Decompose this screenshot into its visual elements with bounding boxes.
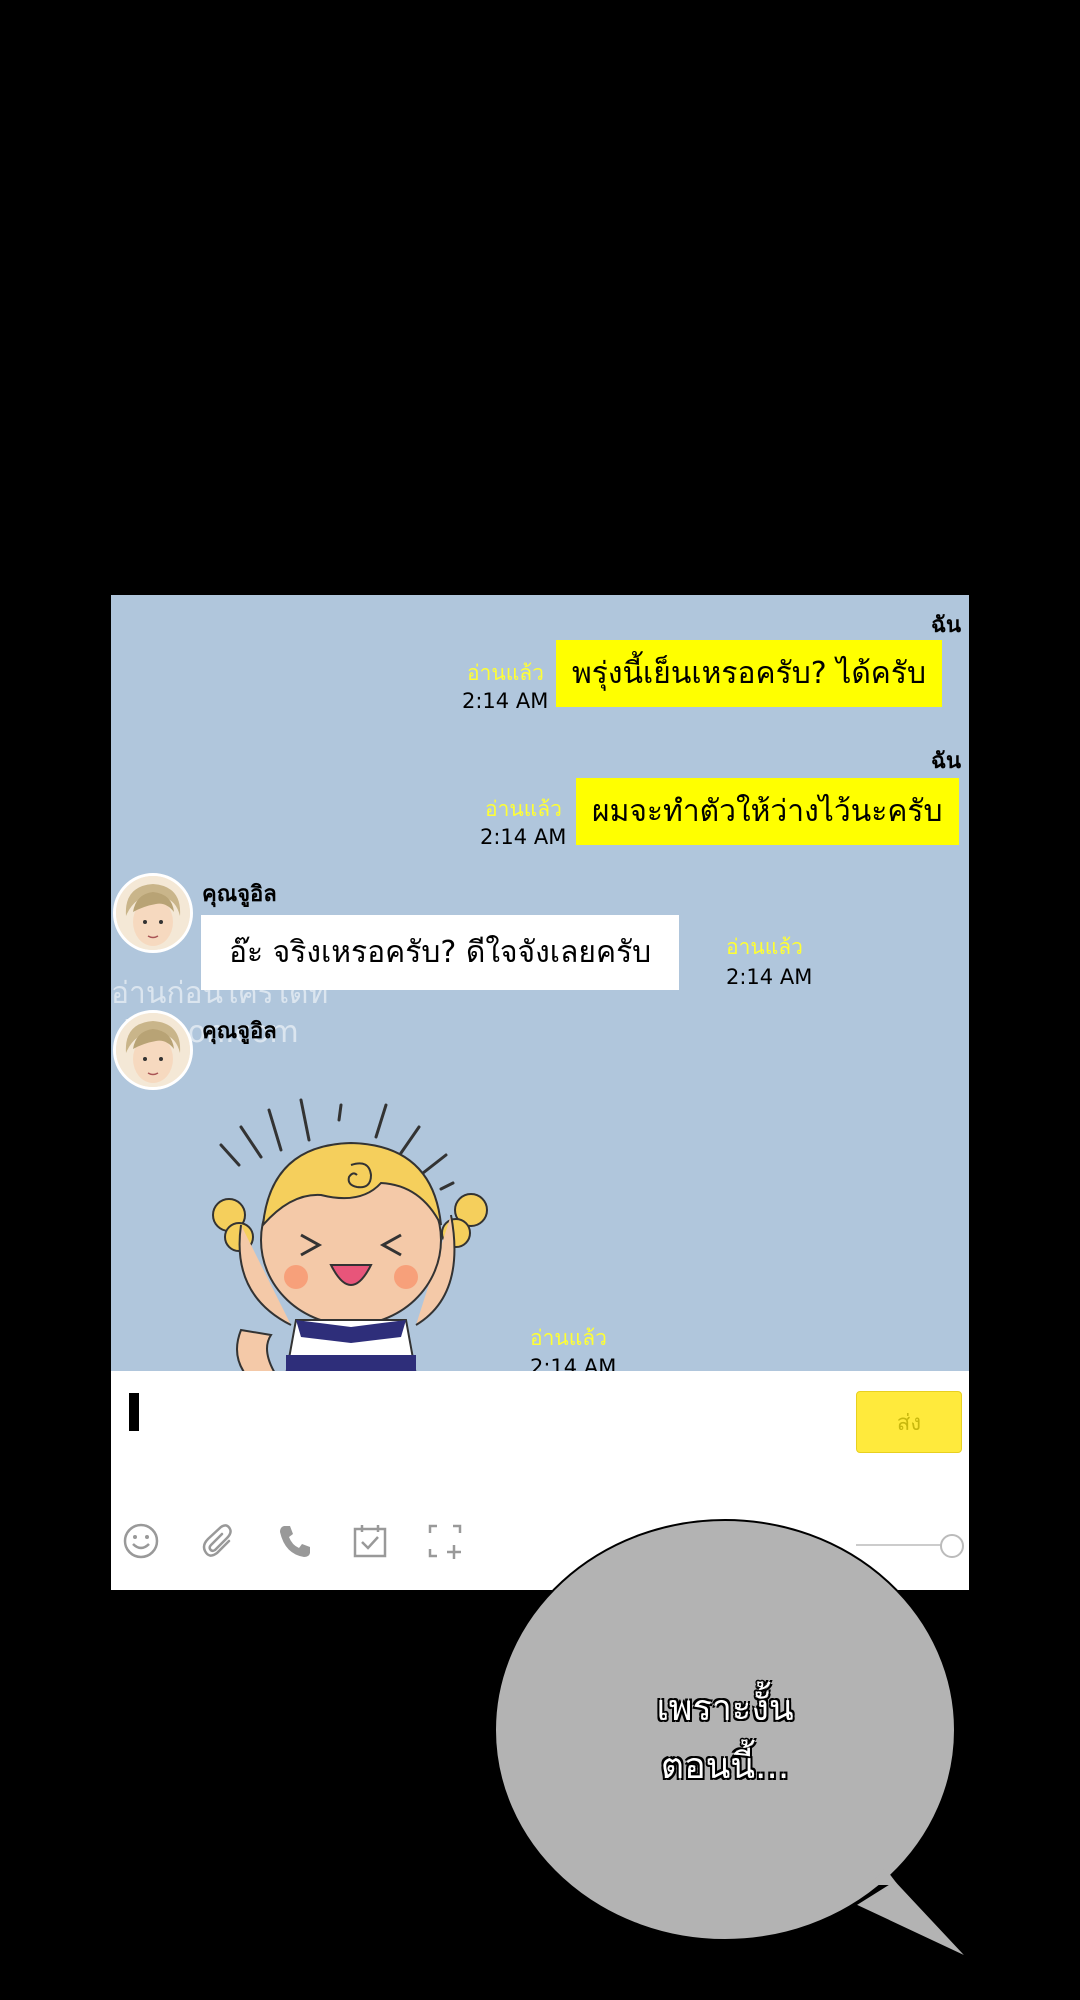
speech-bubble	[494, 1519, 969, 1959]
speech-line: ตอนนี้...	[660, 1746, 790, 1787]
speech-line: เพราะงั้น	[656, 1688, 794, 1729]
speech-bubble-text: เพราะงั้น ตอนนี้...	[600, 1680, 850, 1796]
